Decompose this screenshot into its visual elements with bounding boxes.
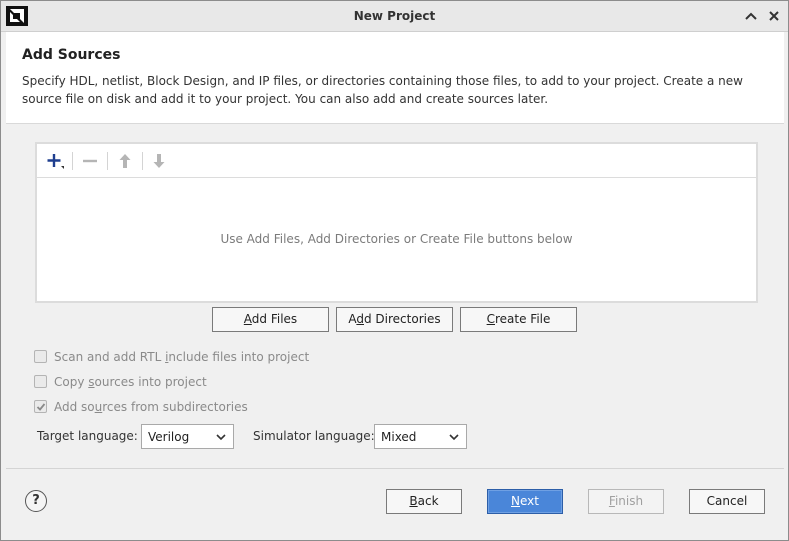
title-bar: New Project — [1, 1, 788, 32]
move-down-icon[interactable] — [150, 152, 168, 170]
checkbox[interactable] — [34, 350, 47, 363]
page-title: Add Sources — [22, 47, 121, 63]
toolbar-separator — [142, 152, 143, 170]
target-language-select[interactable]: Verilog — [141, 424, 234, 449]
help-button[interactable]: ? — [25, 490, 47, 512]
back-button[interactable]: Back — [386, 489, 462, 514]
empty-list-message: Use Add Files, Add Directories or Create… — [220, 232, 573, 246]
finish-button[interactable]: Finish — [588, 489, 664, 514]
chevron-down-icon — [449, 434, 459, 441]
add-files-button[interactable]: Add Files — [212, 307, 329, 332]
simulator-language-label: Simulator language: — [253, 429, 375, 443]
sources-panel: Use Add Files, Add Directories or Create… — [35, 142, 758, 303]
option-label: Scan and add RTL include files into proj… — [54, 350, 310, 364]
new-project-dialog: New Project Add Sources Specify HDL, net… — [0, 0, 789, 541]
cancel-button[interactable]: Cancel — [689, 489, 765, 514]
page-description: Specify HDL, netlist, Block Design, and … — [22, 74, 743, 106]
page-header: Add Sources Specify HDL, netlist, Block … — [6, 32, 784, 124]
window-title: New Project — [353, 9, 436, 23]
next-button[interactable]: Next — [487, 489, 563, 514]
footer-divider — [6, 468, 784, 469]
move-up-icon[interactable] — [116, 152, 134, 170]
remove-icon[interactable] — [81, 152, 99, 170]
toolbar-separator — [107, 152, 108, 170]
close-icon[interactable] — [766, 8, 782, 24]
add-icon[interactable] — [46, 152, 64, 170]
chevron-down-icon — [216, 434, 226, 441]
checkbox-checked[interactable] — [34, 400, 47, 413]
option-label: Copy sources into project — [54, 375, 207, 389]
simulator-language-value: Mixed — [381, 430, 417, 444]
chevron-up-icon[interactable] — [743, 8, 759, 24]
checkbox[interactable] — [34, 375, 47, 388]
toolbar-separator — [72, 152, 73, 170]
target-language-value: Verilog — [148, 430, 190, 444]
sources-toolbar — [37, 144, 756, 178]
checkmark-icon — [36, 403, 46, 411]
target-language-label: Target language: — [37, 429, 138, 443]
create-file-button[interactable]: Create File — [460, 307, 577, 332]
option-label: Add sources from subdirectories — [54, 400, 248, 414]
add-directories-button[interactable]: Add Directories — [336, 307, 453, 332]
simulator-language-select[interactable]: Mixed — [374, 424, 467, 449]
